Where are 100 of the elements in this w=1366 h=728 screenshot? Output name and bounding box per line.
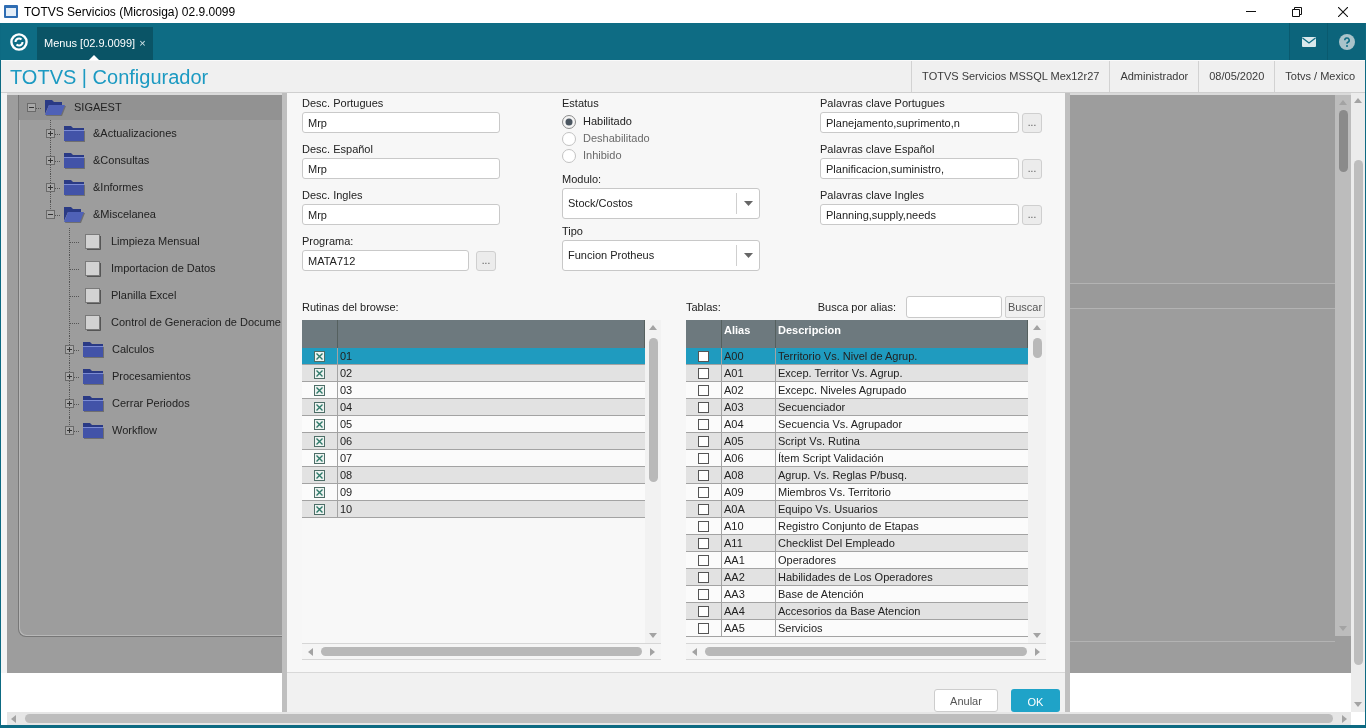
grid-row[interactable]: 01 [302,348,645,365]
tree-row[interactable]: Control de Generacion de Docume [19,309,282,336]
text-field[interactable]: Mrp [302,158,500,179]
checkbox[interactable] [698,350,709,362]
minus-box-icon[interactable] [46,210,55,219]
checkbox[interactable] [698,537,709,549]
grid-row[interactable]: 04 [302,399,645,416]
text-field[interactable]: MATA712 [302,250,469,271]
grid-row[interactable]: A04 Secuencia Vs. Agrupador [686,416,1028,433]
checkbox[interactable] [314,384,325,396]
text-field[interactable]: Mrp [302,204,500,225]
radio-button[interactable] [562,148,576,163]
horizontal-scrollbar[interactable] [7,712,1351,725]
grid-row[interactable]: A08 Agrup. Vs. Reglas P/busq. [686,467,1028,484]
search-button[interactable]: Buscar [1005,296,1045,318]
checkbox[interactable] [698,435,709,447]
checkbox[interactable] [698,520,709,532]
grid-row[interactable]: 05 [302,416,645,433]
vertical-scrollbar[interactable] [1351,93,1365,712]
grid-row[interactable]: 10 [302,501,645,518]
grid-row[interactable]: A03 Secuenciador [686,399,1028,416]
grid-row[interactable]: AA1 Operadores [686,552,1028,569]
grid-row[interactable]: AA5 Servicios [686,620,1028,637]
checkbox[interactable] [698,401,709,413]
checkbox[interactable] [314,435,325,447]
checkbox[interactable] [698,605,709,617]
minus-box-icon[interactable] [27,103,36,112]
grid-row[interactable]: A0A Equipo Vs. Usuarios [686,501,1028,518]
checkbox[interactable] [698,384,709,396]
checkbox[interactable] [314,401,325,413]
grid-row[interactable]: A10 Registro Conjunto de Etapas [686,518,1028,535]
grid-row[interactable]: AA3 Base de Atención [686,586,1028,603]
text-field[interactable]: Planning,supply,needs [820,204,1019,225]
plus-box-icon[interactable] [46,156,55,165]
checkbox[interactable] [698,503,709,515]
text-field[interactable]: Planejamento,suprimento,n [820,112,1019,133]
cancel-button[interactable]: Anular [934,689,998,712]
tree-row[interactable]: Importacion de Datos [19,255,282,282]
grid-row[interactable]: 08 [302,467,645,484]
radio-button[interactable] [562,114,576,129]
checkbox[interactable] [314,469,325,481]
tree-row[interactable]: Calculos [19,336,282,363]
browse-button[interactable]: ... [476,250,496,271]
checkbox[interactable] [698,452,709,464]
tree-row[interactable]: SIGAEST [19,95,282,120]
mail-button[interactable] [1289,23,1327,60]
checkbox[interactable] [698,486,709,498]
checkbox[interactable] [698,367,709,379]
grid-row[interactable]: A00 Territorio Vs. Nivel de Agrup. [686,348,1028,365]
tree-row[interactable]: &Actualizaciones [19,120,282,147]
grid-row[interactable]: A06 Ítem Script Validación [686,450,1028,467]
browse-button[interactable]: ... [1022,158,1042,179]
scrollbar-thumb[interactable] [705,647,1027,656]
checkbox[interactable] [314,367,325,379]
scrollbar-thumb[interactable] [1032,338,1042,358]
plus-box-icon[interactable] [46,129,55,138]
tree-row[interactable]: Cerrar Periodos [19,390,282,417]
tree-row[interactable]: Procesamientos [19,363,282,390]
scrollbar-thumb[interactable] [1353,160,1363,665]
grid-row[interactable]: AA4 Accesorios da Base Atencion [686,603,1028,620]
tab[interactable]: Menus [02.9.0099] × [37,27,153,60]
scrollbar-thumb[interactable] [321,647,642,656]
grid-row[interactable]: A05 Script Vs. Rutina [686,433,1028,450]
tree-row[interactable]: Limpieza Mensual [19,228,282,255]
scrollbar-thumb[interactable] [25,714,1333,723]
checkbox[interactable] [698,571,709,583]
vertical-scrollbar[interactable] [1335,95,1351,636]
grid-row[interactable]: 03 [302,382,645,399]
dropdown[interactable]: Stock/Costos [562,188,760,219]
plus-box-icon[interactable] [65,426,74,435]
checkbox[interactable] [698,622,709,634]
checkbox[interactable] [698,588,709,600]
grid-row[interactable]: 02 [302,365,645,382]
vertical-scrollbar[interactable] [1028,320,1046,643]
grid-row[interactable]: AA2 Habilidades de Los Operadores [686,569,1028,586]
checkbox[interactable] [698,418,709,430]
tree-row[interactable]: &Consultas [19,147,282,174]
grid-row[interactable]: A11 Checklist Del Empleado [686,535,1028,552]
plus-box-icon[interactable] [46,183,55,192]
grid-row[interactable]: A01 Excep. Territor Vs. Agrup. [686,365,1028,382]
browse-button[interactable]: ... [1022,204,1042,225]
text-field[interactable]: Mrp [302,112,500,133]
checkbox[interactable] [698,554,709,566]
tree-row[interactable]: Planilla Excel [19,282,282,309]
grid-row[interactable]: 09 [302,484,645,501]
plus-box-icon[interactable] [65,372,74,381]
close-tab-button[interactable]: × [139,38,146,49]
radio-button[interactable] [562,131,576,146]
grid-row[interactable]: 06 [302,433,645,450]
checkbox[interactable] [314,452,325,464]
vertical-scrollbar[interactable] [645,320,661,643]
dropdown[interactable]: Funcion Protheus [562,240,760,271]
checkbox[interactable] [314,350,325,362]
grid-row[interactable]: A02 Excepc. Niveles Agrupado [686,382,1028,399]
browse-button[interactable]: ... [1022,112,1042,133]
help-button[interactable] [1327,23,1365,60]
checkbox[interactable] [314,486,325,498]
grid-row[interactable]: 07 [302,450,645,467]
scrollbar-thumb[interactable] [1338,110,1348,172]
search-field[interactable] [906,296,1002,318]
